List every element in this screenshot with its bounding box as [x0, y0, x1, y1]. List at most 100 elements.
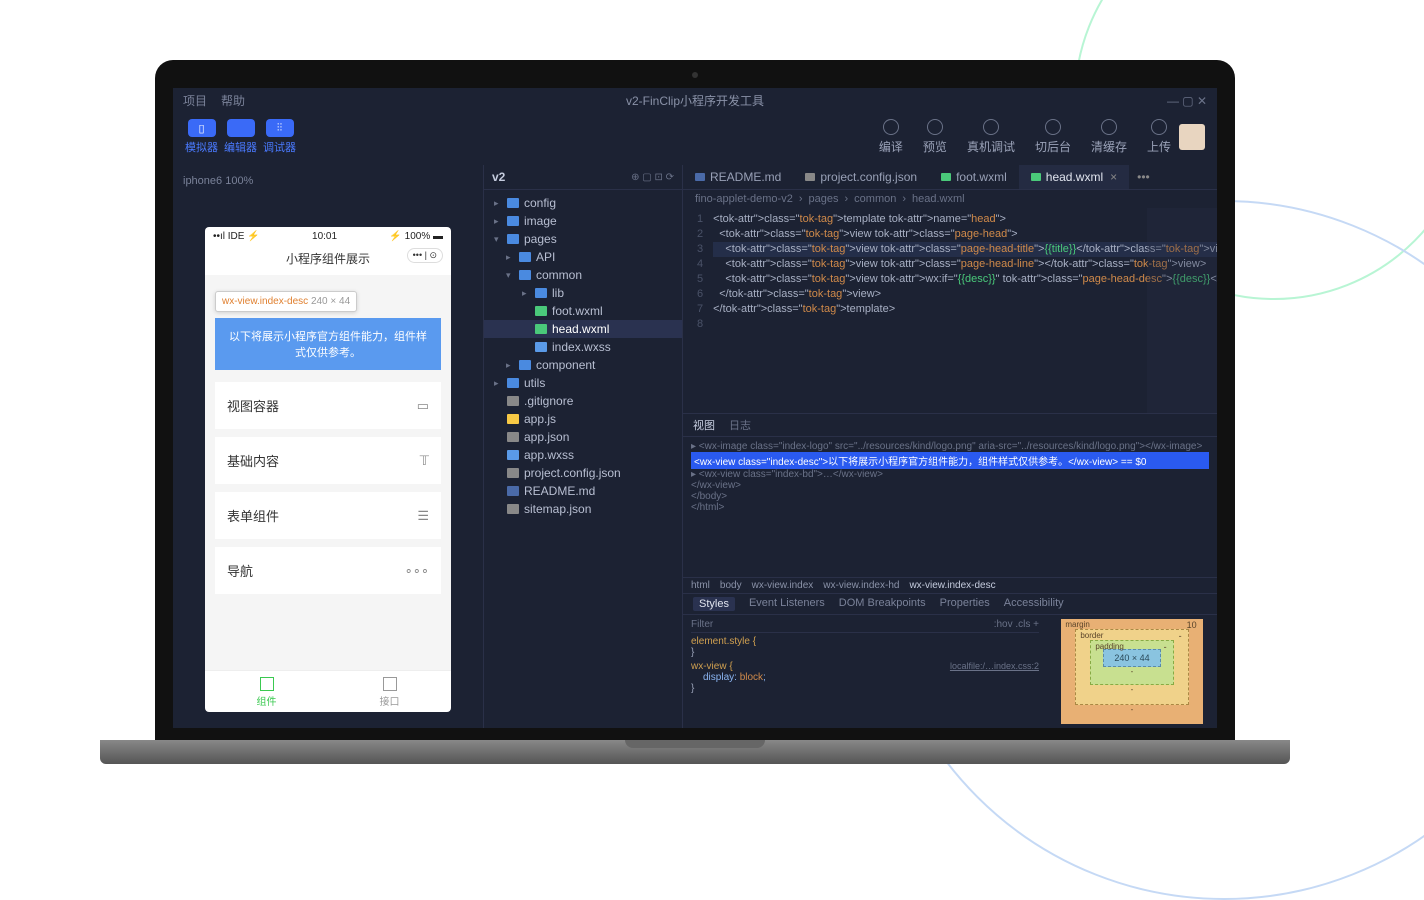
subtab-Styles[interactable]: Styles — [693, 597, 735, 611]
editor-tab[interactable]: README.md — [683, 165, 793, 189]
tree-item[interactable]: project.config.json — [484, 464, 682, 482]
list-item[interactable]: 导航∘∘∘ — [215, 547, 441, 594]
dom-node[interactable]: </html> — [691, 502, 1209, 513]
tree-item[interactable]: .gitignore — [484, 392, 682, 410]
subtab-DOM Breakpoints[interactable]: DOM Breakpoints — [839, 597, 926, 611]
subtab-Accessibility[interactable]: Accessibility — [1004, 597, 1064, 611]
app-title: 小程序组件展示 — [286, 252, 370, 266]
tree-item[interactable]: app.json — [484, 428, 682, 446]
dom-crumb-item[interactable]: wx-view.index-hd — [823, 580, 899, 591]
md-icon — [695, 173, 705, 181]
action-编译[interactable]: 编译 — [879, 119, 903, 155]
menu-project[interactable]: 项目 — [183, 92, 207, 109]
tree-item[interactable]: index.wxss — [484, 338, 682, 356]
tree-item[interactable]: ▸ component — [484, 356, 682, 374]
action-切后台[interactable]: 切后台 — [1035, 119, 1071, 155]
action-上传[interactable]: 上传 — [1147, 119, 1171, 155]
action-清缓存[interactable]: 清缓存 — [1091, 119, 1127, 155]
toolbar: ▯模拟器 编辑器 ⫶⫶调试器 编译 预览 真机调试 切后台 清缓存 上传 — [173, 113, 1217, 165]
tree-item[interactable]: foot.wxml — [484, 302, 682, 320]
breadcrumb-segment[interactable]: pages — [809, 193, 839, 205]
minimap[interactable] — [1147, 208, 1217, 413]
json-icon — [507, 504, 519, 514]
tree-item[interactable]: ▾ pages — [484, 230, 682, 248]
list-item[interactable]: 表单组件☰ — [215, 492, 441, 539]
dom-crumb-item[interactable]: wx-view.index-desc — [909, 580, 995, 591]
dom-inspector[interactable]: ▸ <wx-image class="index-logo" src="../r… — [683, 437, 1217, 577]
tree-item[interactable]: ▸ image — [484, 212, 682, 230]
menubar: 项目 帮助 v2-FinClip小程序开发工具 — ▢ ✕ — [173, 88, 1217, 113]
tree-item[interactable]: ▸ API — [484, 248, 682, 266]
tab-view[interactable]: 视图 — [693, 417, 715, 433]
phone-tabbar: 组件 接口 — [205, 670, 451, 712]
dom-crumb-item[interactable]: wx-view.index — [752, 580, 814, 591]
subtab-Event Listeners[interactable]: Event Listeners — [749, 597, 825, 611]
tree-item[interactable]: sitemap.json — [484, 500, 682, 518]
folder-icon — [507, 216, 519, 226]
tree-item[interactable]: app.js — [484, 410, 682, 428]
folder-icon — [535, 288, 547, 298]
tab-接口[interactable]: 接口 — [328, 671, 451, 712]
tab-组件[interactable]: 组件 — [205, 671, 328, 712]
tree-item[interactable]: README.md — [484, 482, 682, 500]
project-root[interactable]: v2 — [492, 170, 505, 184]
wxss-icon — [507, 450, 519, 460]
dom-node[interactable]: </body> — [691, 491, 1209, 502]
action-真机调试[interactable]: 真机调试 — [967, 119, 1015, 155]
dom-node[interactable]: ▸ <wx-view class="index-bd">…</wx-view> — [691, 469, 1209, 480]
code-editor[interactable]: 12345678 <tok-attr">class="tok-tag">temp… — [683, 208, 1217, 413]
dom-node[interactable]: </wx-view> — [691, 480, 1209, 491]
tree-item[interactable]: ▸ lib — [484, 284, 682, 302]
phone-body[interactable]: wx-view.index-desc 240 × 44 以下将展示小程序官方组件… — [205, 275, 451, 670]
breadcrumb-segment[interactable]: common — [854, 193, 896, 205]
editor-tab[interactable]: project.config.json — [793, 165, 929, 189]
explorer-header: v2 ⊕ ▢ ⊡ ⟳ — [484, 165, 682, 190]
tool-编辑器[interactable]: 编辑器 — [224, 119, 257, 155]
tab-log[interactable]: 日志 — [729, 417, 751, 433]
dom-node[interactable]: ▸ <wx-image class="index-logo" src="../r… — [691, 441, 1209, 452]
tree-item[interactable]: ▸ utils — [484, 374, 682, 392]
list-item[interactable]: 基础内容𝕋 — [215, 437, 441, 484]
folder-icon — [519, 270, 531, 280]
list-item[interactable]: 视图容器▭ — [215, 382, 441, 429]
more-icon[interactable]: ••• — [1129, 170, 1158, 184]
devtools-subtabs: Styles Event Listeners DOM Breakpoints Prop… — [683, 594, 1217, 615]
ide-window: 项目 帮助 v2-FinClip小程序开发工具 — ▢ ✕ ▯模拟器 编辑器 ⫶… — [173, 88, 1217, 728]
explorer-ops[interactable]: ⊕ ▢ ⊡ ⟳ — [631, 172, 674, 183]
menu-help[interactable]: 帮助 — [221, 92, 245, 109]
capsule-button[interactable]: ••• | ⊙ — [407, 248, 443, 263]
dom-crumb-item[interactable]: body — [720, 580, 742, 591]
breadcrumb-segment[interactable]: fino-applet-demo-v2 — [695, 193, 793, 205]
file-tree: ▸ config ▸ image ▾ pages ▸ API ▾ common … — [484, 190, 682, 728]
editor-tab[interactable]: head.wxml× — [1019, 165, 1129, 189]
dom-breadcrumb[interactable]: html body wx-view.index wx-view.index-hd wx-… — [683, 577, 1217, 594]
selected-dom-node[interactable]: <wx-view class="index-desc">以下将展示小程序官方组件… — [691, 452, 1209, 469]
dom-crumb-item[interactable]: html — [691, 580, 710, 591]
clock: 10:01 — [312, 231, 337, 242]
css-rule[interactable]: localfile:/…index.css:2wx-view {display:… — [691, 661, 1039, 694]
box-content: 240 × 44 — [1103, 649, 1160, 667]
line-gutter: 12345678 — [683, 208, 713, 413]
styles-filter[interactable]: Filter :hov .cls + — [691, 617, 1039, 633]
phone-frame: ••ıl IDE ⚡ 10:01 ⚡ 100% ▬ 小程序组件展示 ••• | … — [205, 227, 451, 712]
tree-item[interactable]: ▾ common — [484, 266, 682, 284]
laptop-frame: 项目 帮助 v2-FinClip小程序开发工具 — ▢ ✕ ▯模拟器 编辑器 ⫶… — [155, 60, 1235, 764]
tree-item[interactable]: ▸ config — [484, 194, 682, 212]
css-rule[interactable]: element.style {} — [691, 636, 1039, 658]
highlighted-element[interactable]: 以下将展示小程序官方组件能力，组件样式仅供参考。 — [215, 318, 441, 370]
action-预览[interactable]: 预览 — [923, 119, 947, 155]
folder-icon — [507, 234, 519, 244]
tree-item[interactable]: app.wxss — [484, 446, 682, 464]
tool-调试器[interactable]: ⫶⫶调试器 — [263, 119, 296, 155]
tree-item[interactable]: head.wxml — [484, 320, 682, 338]
editor-tab[interactable]: foot.wxml — [929, 165, 1019, 189]
tool-模拟器[interactable]: ▯模拟器 — [185, 119, 218, 155]
folder-icon — [507, 198, 519, 208]
breadcrumb[interactable]: fino-applet-demo-v2›pages›common›head.wx… — [683, 190, 1217, 208]
styles-panel[interactable]: Filter :hov .cls + element.style {}</spa… — [683, 615, 1047, 728]
close-icon[interactable]: × — [1110, 170, 1117, 184]
subtab-Properties[interactable]: Properties — [940, 597, 990, 611]
breadcrumb-segment[interactable]: head.wxml — [912, 193, 965, 205]
avatar[interactable] — [1179, 124, 1205, 150]
window-controls[interactable]: — ▢ ✕ — [1167, 94, 1207, 108]
